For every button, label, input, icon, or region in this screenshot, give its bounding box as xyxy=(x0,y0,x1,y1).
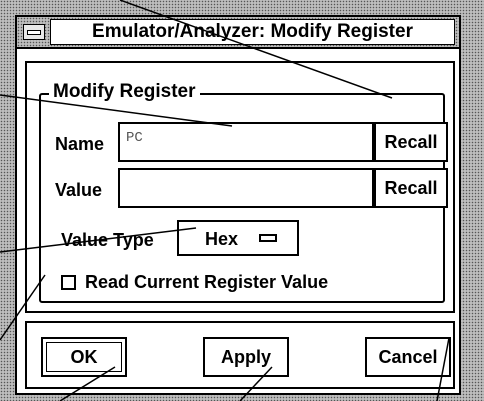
window-menu-button[interactable] xyxy=(23,24,45,40)
name-field[interactable]: PC xyxy=(118,122,374,162)
value-recall-button[interactable]: Recall xyxy=(374,168,448,208)
value-recall-label: Recall xyxy=(384,177,438,198)
value-type-label: Value Type xyxy=(61,230,154,250)
value-type-selected: Hex xyxy=(205,229,239,249)
group-title: Modify Register xyxy=(49,81,200,103)
value-label: Value xyxy=(55,180,103,200)
window-menu-icon xyxy=(27,29,41,35)
name-field-value: PC xyxy=(126,130,143,146)
ok-button[interactable]: OK xyxy=(41,337,127,377)
name-recall-button[interactable]: Recall xyxy=(374,122,448,162)
ok-button-inner xyxy=(46,342,122,372)
read-current-checkbox[interactable] xyxy=(61,275,76,290)
title-bar: Emulator/Analyzer: Modify Register xyxy=(17,17,459,49)
apply-button[interactable]: Apply xyxy=(203,337,289,377)
name-label: Name xyxy=(55,134,105,154)
cancel-button[interactable]: Cancel xyxy=(365,337,451,377)
value-type-option-menu[interactable]: Hex xyxy=(177,220,299,256)
name-recall-label: Recall xyxy=(384,131,438,152)
window-title: Emulator/Analyzer: Modify Register xyxy=(50,19,455,45)
apply-label: Apply xyxy=(220,346,271,367)
value-field[interactable] xyxy=(118,168,374,208)
main-panel: Modify Register Name PC Recall Value Rec… xyxy=(25,61,455,313)
button-area: OK Apply Cancel xyxy=(25,321,455,389)
cancel-label: Cancel xyxy=(378,346,438,367)
dialog-window: Emulator/Analyzer: Modify Register Modif… xyxy=(15,15,461,395)
read-current-label: Read Current Register Value xyxy=(85,272,329,292)
value-field-value xyxy=(120,170,372,182)
option-menu-indicator-icon xyxy=(259,234,277,242)
